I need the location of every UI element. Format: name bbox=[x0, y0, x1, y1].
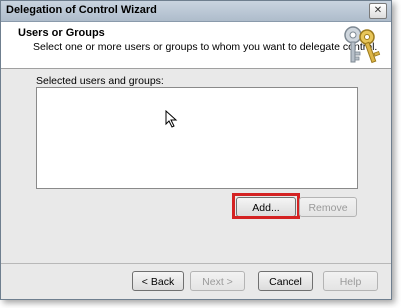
cancel-button[interactable]: Cancel bbox=[258, 271, 313, 291]
help-button[interactable]: Help bbox=[323, 271, 378, 291]
wizard-window: Delegation of Control Wizard ✕ Users or … bbox=[0, 0, 392, 300]
remove-button[interactable]: Remove bbox=[299, 197, 357, 217]
add-button-highlight bbox=[232, 193, 300, 219]
keys-icon bbox=[344, 26, 381, 64]
header-band: Users or Groups Select one or more users… bbox=[1, 22, 391, 69]
footer-separator bbox=[1, 263, 391, 264]
page-title: Users or Groups bbox=[18, 27, 105, 39]
page-subtitle: Select one or more users or groups to wh… bbox=[33, 41, 378, 53]
back-button[interactable]: < Back bbox=[132, 271, 184, 291]
next-button[interactable]: Next > bbox=[190, 271, 245, 291]
window-title: Delegation of Control Wizard bbox=[6, 4, 157, 16]
title-bar: Delegation of Control Wizard ✕ bbox=[1, 1, 391, 22]
mouse-pointer-icon bbox=[165, 110, 178, 128]
close-button[interactable]: ✕ bbox=[369, 3, 387, 19]
selected-users-list[interactable] bbox=[36, 87, 358, 189]
selected-users-label: Selected users and groups: bbox=[36, 75, 164, 87]
